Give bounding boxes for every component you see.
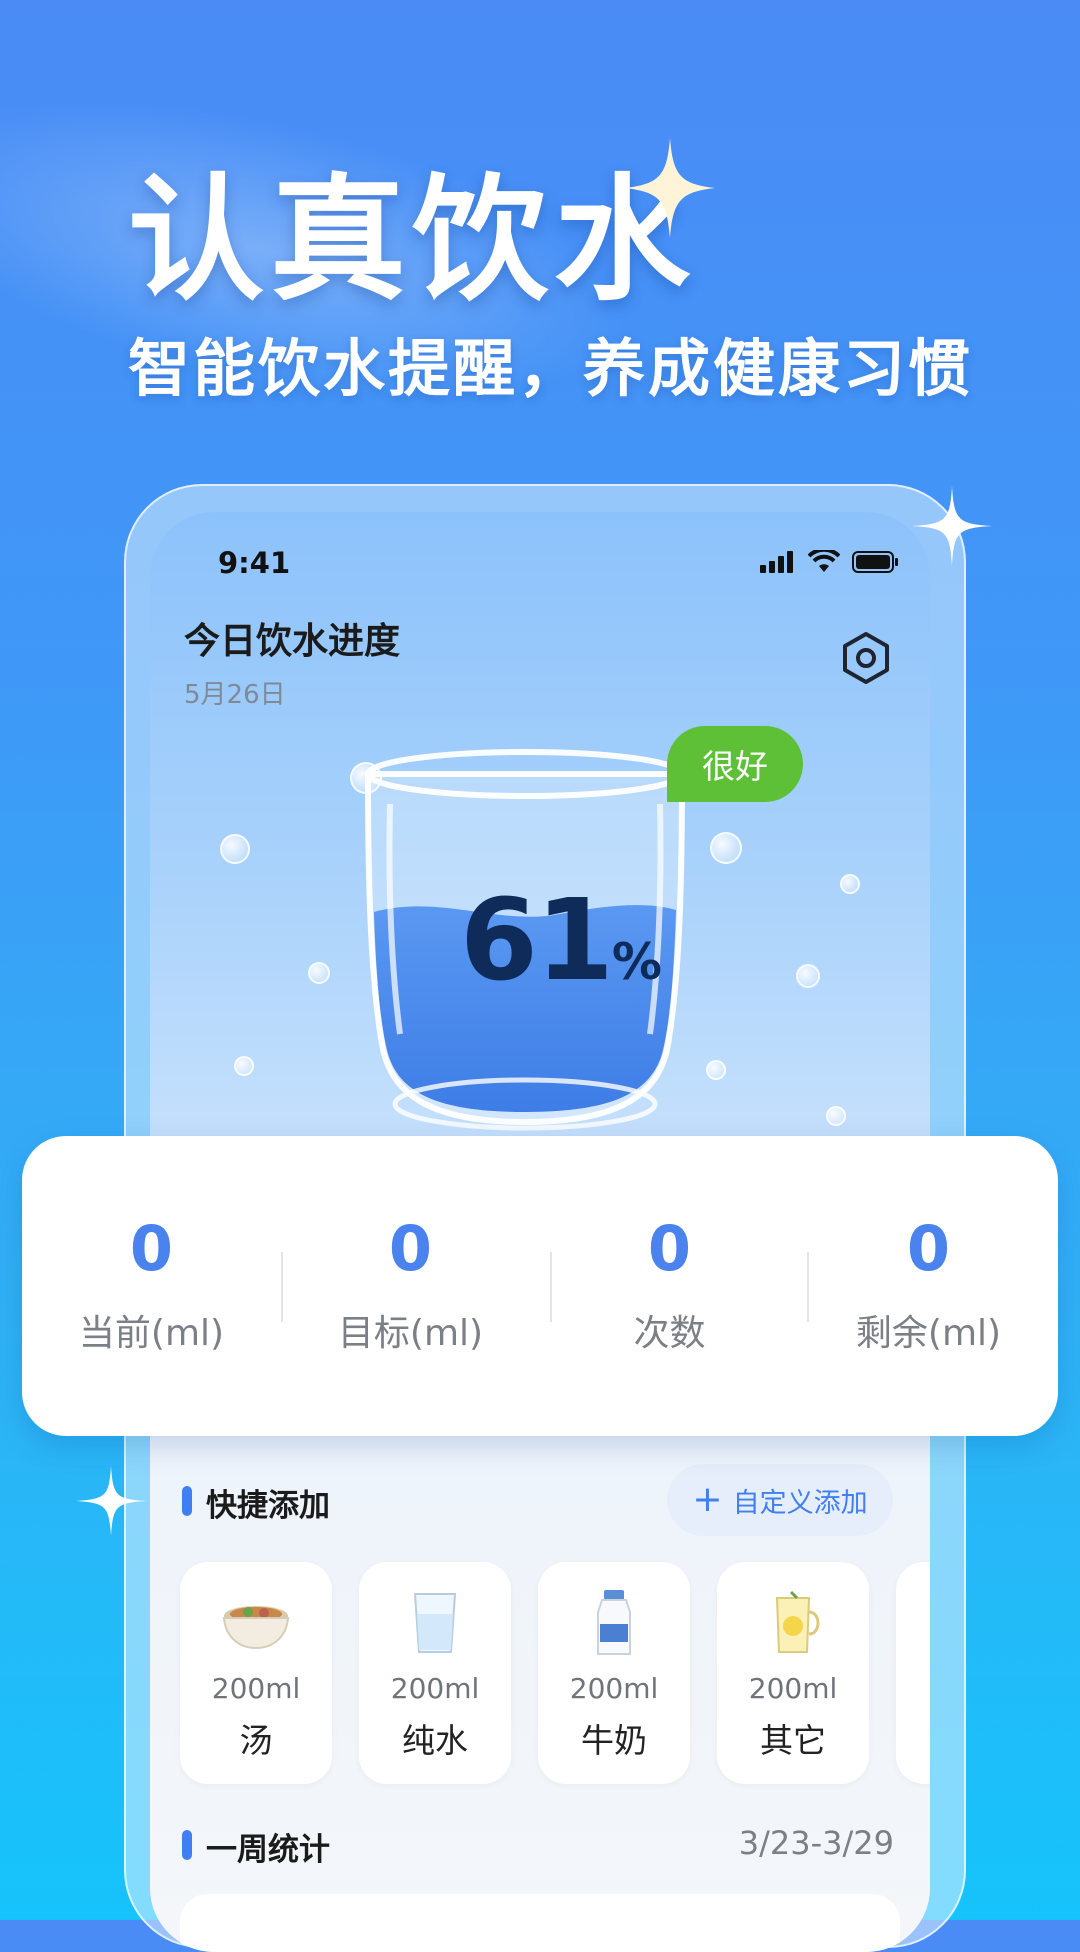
stat-value: 0 — [129, 1212, 174, 1285]
drink-card-milk[interactable]: 200ml 牛奶 — [538, 1562, 690, 1784]
bubble — [840, 874, 860, 894]
drink-amount: 200ml — [211, 1672, 301, 1705]
milk-bottle-icon — [597, 1590, 631, 1655]
water-glass-icon — [413, 1593, 457, 1653]
page-title: 今日饮水进度 — [184, 621, 401, 662]
lemon-drink-icon — [775, 1590, 820, 1653]
sparkle-icon — [76, 1466, 146, 1536]
stat-label: 目标(ml) — [337, 1313, 484, 1354]
drink-amount: 200ml — [390, 1672, 480, 1705]
drink-card-soup[interactable]: 200ml 汤 — [180, 1562, 332, 1784]
bubble — [796, 964, 820, 988]
bubble — [234, 1056, 254, 1076]
custom-add-button[interactable]: + 自定义添加 — [667, 1464, 893, 1536]
bubble — [710, 832, 742, 864]
stat-remaining: 0 剩余(ml) — [799, 1136, 1058, 1436]
weekly-date-range: 3/23-3/29 — [738, 1824, 894, 1862]
hero-title: 认真饮水 — [128, 162, 696, 320]
drink-amount: 200ml — [748, 1672, 838, 1705]
weekly-stats-card — [180, 1894, 900, 1952]
stat-value: 0 — [906, 1212, 951, 1285]
drink-card-water[interactable]: 200ml 纯水 — [359, 1562, 511, 1784]
stat-value: 0 — [388, 1212, 433, 1285]
status-bar: 9:41 — [150, 540, 930, 600]
signal-icon — [760, 551, 793, 573]
status-badge: 很好 — [667, 726, 803, 802]
section-marker — [182, 1486, 192, 1516]
page-date: 5月26日 — [184, 680, 286, 710]
progress-percent-sign: % — [611, 933, 662, 991]
custom-add-label: 自定义添加 — [732, 1487, 868, 1519]
drink-amount: 200ml — [569, 1672, 659, 1705]
stat-label: 剩余(ml) — [855, 1313, 1002, 1354]
progress-percent: 61% — [460, 876, 662, 1006]
drink-name: 纯水 — [402, 1721, 468, 1760]
stat-label: 当前(ml) — [78, 1313, 225, 1354]
bubble — [220, 834, 250, 864]
bubble — [706, 1060, 726, 1080]
gear-icon[interactable] — [838, 630, 894, 686]
battery-icon — [852, 551, 898, 573]
progress-percent-number: 61 — [460, 876, 614, 1006]
drink-card-partial[interactable] — [896, 1562, 930, 1784]
stat-target: 0 目标(ml) — [281, 1136, 540, 1436]
stat-value: 0 — [647, 1212, 692, 1285]
wifi-icon — [808, 550, 840, 572]
quick-add-title: 快捷添加 — [206, 1488, 330, 1524]
stat-count: 0 次数 — [540, 1136, 799, 1436]
stats-card: 0 当前(ml) 0 目标(ml) 0 次数 0 剩余(ml) — [22, 1136, 1058, 1436]
drink-card-other[interactable]: 200ml 其它 — [717, 1562, 869, 1784]
drink-name: 牛奶 — [581, 1721, 647, 1760]
bubble — [308, 962, 330, 984]
weekly-stats-title: 一周统计 — [206, 1832, 330, 1868]
drink-name: 其它 — [760, 1721, 826, 1760]
drink-name: 汤 — [239, 1721, 273, 1760]
soup-bowl-icon — [222, 1606, 290, 1650]
status-icons — [760, 550, 900, 574]
stat-label: 次数 — [633, 1313, 706, 1354]
status-time: 9:41 — [218, 546, 291, 580]
section-marker — [182, 1830, 192, 1860]
hero-subtitle: 智能饮水提醒，养成健康习惯 — [128, 332, 974, 405]
bubble — [826, 1106, 846, 1126]
sparkle-icon — [625, 138, 715, 238]
plus-icon: + — [692, 1479, 723, 1520]
stat-current: 0 当前(ml) — [22, 1136, 281, 1436]
